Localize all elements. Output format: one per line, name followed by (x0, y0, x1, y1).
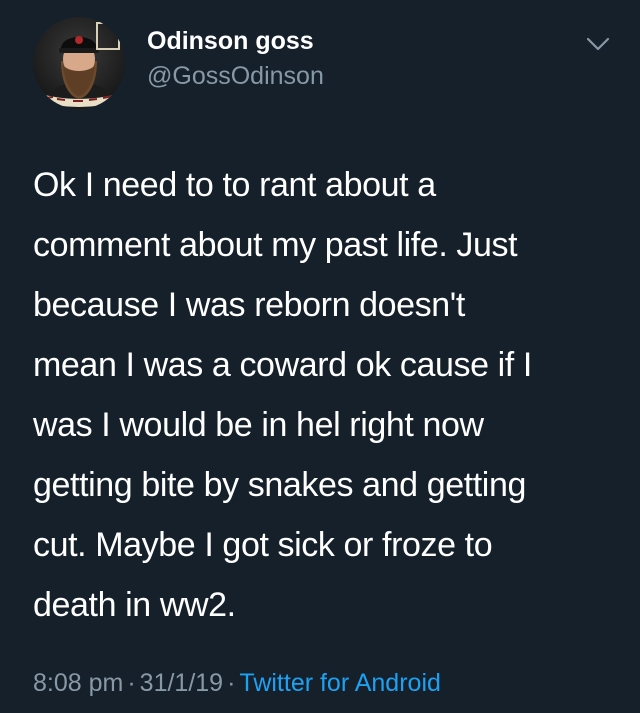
tweet-source-link[interactable]: Twitter for Android (239, 669, 440, 697)
chevron-down-icon[interactable] (584, 34, 612, 54)
separator-dot: · (127, 669, 136, 697)
display-name[interactable]: Odinson goss (147, 25, 314, 57)
tweet-card: Odinson goss @GossOdinson Ok I need to t… (0, 0, 640, 713)
tweet-time[interactable]: 8:08 pm (33, 669, 123, 697)
profile-photo-icon (33, 17, 125, 109)
user-handle[interactable]: @GossOdinson (147, 60, 324, 92)
tweet-date[interactable]: 31/1/19 (140, 669, 223, 697)
tweet-meta: 8:08 pm · 31/1/19 · Twitter for Android (33, 667, 441, 699)
tweet-text: Ok I need to to rant about a comment abo… (33, 166, 532, 624)
avatar[interactable] (33, 17, 125, 109)
separator-dot: · (227, 669, 236, 697)
